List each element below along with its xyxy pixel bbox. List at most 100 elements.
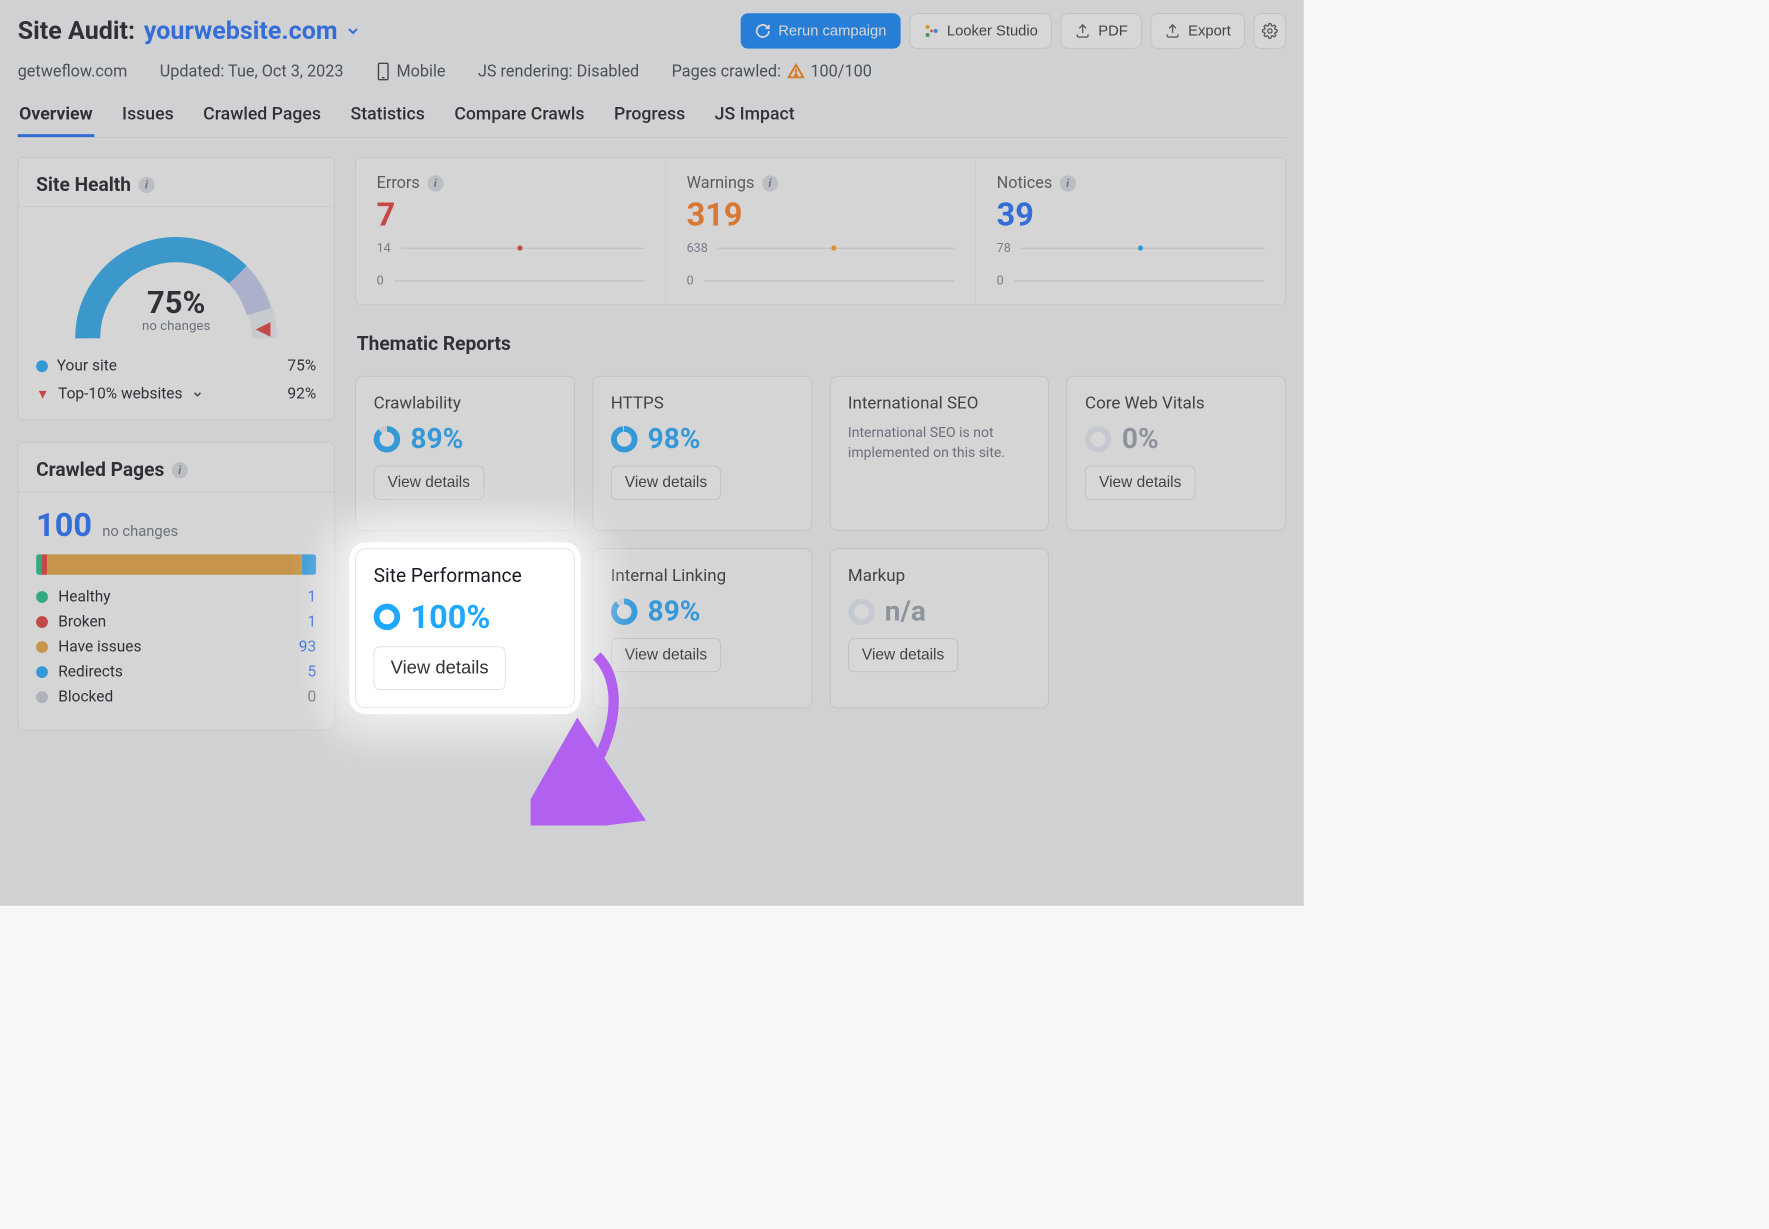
meta-device: Mobile [397,62,446,80]
metric-title: Errors [377,174,420,192]
donut-icon [374,426,401,453]
chevron-down-icon [345,23,361,39]
card-percent: 98% [611,423,794,455]
health-sub: no changes [142,318,210,333]
donut-icon [374,604,401,631]
crawled-row-label: Healthy [58,588,110,606]
export-label: Export [1188,22,1231,39]
info-icon[interactable]: i [427,175,443,191]
card-percent: 89% [611,595,794,627]
pdf-label: PDF [1098,22,1127,39]
card-markup: Markup n/aView details [829,548,1048,708]
view-details-button[interactable]: View details [1085,466,1195,500]
meta-js: JS rendering: Disabled [478,62,639,80]
status-dot [36,591,48,603]
refresh-icon [755,23,771,39]
crawled-row-value: 1 [281,588,316,606]
crawled-row-healthy[interactable]: Healthy 1 [36,588,316,606]
looker-icon [923,23,939,39]
metric-warnings[interactable]: Warningsi 319 638 0 [666,158,976,305]
metrics-row: Errorsi 7 14 0 Warningsi 319 638 0 Notic… [355,157,1286,305]
rerun-campaign-button[interactable]: Rerun campaign [741,13,901,48]
mini-chart: 638 0 [687,241,955,288]
info-icon[interactable]: i [1060,175,1076,191]
gear-icon [1262,23,1278,39]
crawled-row-blocked[interactable]: Blocked 0 [36,688,316,706]
legend-top10[interactable]: ▼ Top-10% websites 92% [36,385,316,403]
warning-icon [787,63,805,81]
card-international-seo: International SEOInternational SEO is no… [829,376,1048,531]
crawled-row-value: 1 [281,613,316,631]
crawled-row-label: Broken [58,613,106,631]
status-dot [36,691,48,703]
tabs: Overview Issues Crawled Pages Statistics Com… [18,103,1286,138]
tab-overview[interactable]: Overview [18,103,94,137]
card-title: Crawlability [374,393,557,413]
mobile-icon [376,62,391,81]
info-icon[interactable]: i [138,177,154,193]
donut-icon [848,598,875,625]
crawled-row-value: 0 [281,688,316,706]
crawled-sub: no changes [102,522,178,540]
looker-label: Looker Studio [947,22,1038,39]
view-details-button[interactable]: View details [374,466,484,500]
card-percent: 89% [374,423,557,455]
tab-issues[interactable]: Issues [121,103,176,137]
view-details-button[interactable]: View details [374,646,506,689]
crawled-total: 100 [36,506,92,544]
site-health-panel: Site Health i 75% no changes Y [18,157,335,420]
chevron-down-icon [191,388,203,400]
crawled-row-redirects[interactable]: Redirects 5 [36,663,316,681]
card-title: Markup [848,565,1031,585]
tab-js-impact[interactable]: JS Impact [713,103,796,137]
tab-progress[interactable]: Progress [613,103,687,137]
card-note: International SEO is not implemented on … [848,423,1031,462]
meta-updated: Updated: Tue, Oct 3, 2023 [160,62,344,80]
mini-chart: 14 0 [377,241,645,288]
card-core-web-vitals: Core Web Vitals 0% View details [1067,376,1286,531]
tab-statistics[interactable]: Statistics [349,103,426,137]
meta-crawled-label: Pages crawled: [672,62,781,80]
metric-title: Notices [997,174,1053,192]
crawled-pages-title: Crawled Pages [36,459,164,481]
page-title: Site Audit: [18,16,135,45]
view-details-button[interactable]: View details [611,638,721,672]
crawled-row-label: Blocked [58,688,113,706]
looker-studio-button[interactable]: Looker Studio [909,13,1052,48]
legend-your-site: Your site 75% [36,357,316,375]
crawled-row-broken[interactable]: Broken 1 [36,613,316,631]
donut-icon [611,598,638,625]
card-title: Core Web Vitals [1085,393,1268,413]
view-details-button[interactable]: View details [611,466,721,500]
metric-value: 7 [377,195,645,233]
mini-chart: 78 0 [997,241,1265,288]
card-percent: 0% [1085,423,1268,455]
crawled-row-value: 5 [281,663,316,681]
export-button[interactable]: Export [1151,13,1245,48]
meta-site: getweflow.com [18,62,128,80]
card-crawlability: Crawlability 89% View details [355,376,574,531]
metric-notices[interactable]: Notices i 39 78 0 [976,158,1285,305]
status-dot [36,641,48,653]
meta-crawled-value: 100/100 [810,62,871,80]
donut-icon [611,426,638,453]
thematic-title: Thematic Reports [357,333,1286,355]
crawled-pages-panel: Crawled Pages i 100 no changes Healthy 1… [18,442,335,730]
tab-compare-crawls[interactable]: Compare Crawls [453,103,586,137]
card-title: Internal Linking [611,565,794,585]
card-title: HTTPS [611,393,794,413]
crawled-row-label: Have issues [58,638,141,656]
card-title: Site Performance [374,565,557,587]
info-icon[interactable]: i [762,175,778,191]
info-icon[interactable]: i [172,462,188,478]
crawled-row-have-issues[interactable]: Have issues 93 [36,638,316,656]
donut-icon [1085,426,1112,453]
settings-button[interactable] [1254,13,1286,48]
domain-dropdown[interactable]: yourwebsite.com [144,16,361,45]
metric-title: Warnings [687,174,755,192]
metric-value: 39 [997,195,1265,233]
view-details-button[interactable]: View details [848,638,958,672]
metric-errors[interactable]: Errorsi 7 14 0 [356,158,666,305]
tab-crawled-pages[interactable]: Crawled Pages [202,103,323,137]
pdf-button[interactable]: PDF [1061,13,1142,48]
